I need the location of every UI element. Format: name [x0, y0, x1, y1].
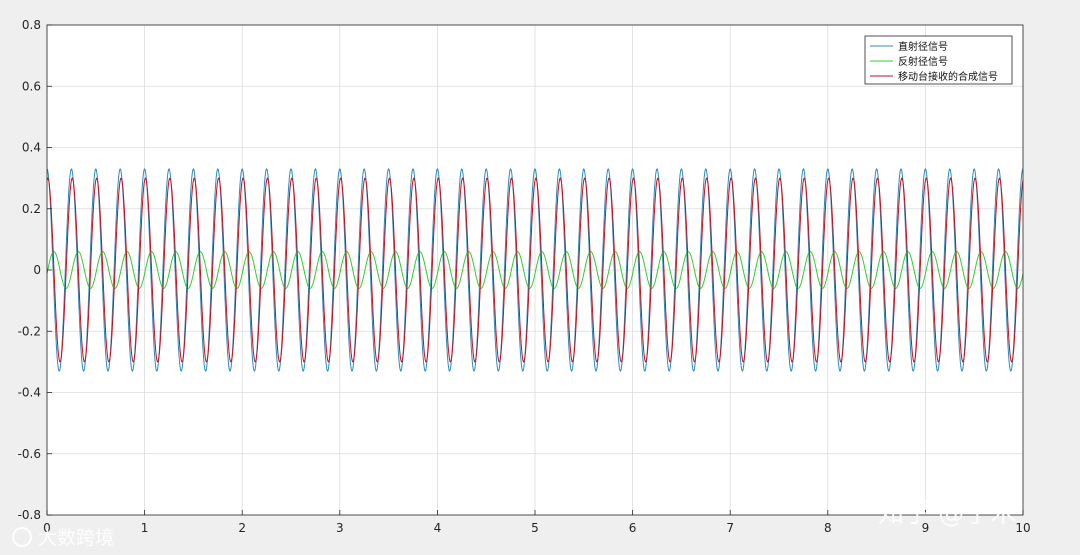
- x-tick-label: 7: [726, 521, 734, 535]
- x-tick-label: 1: [141, 521, 149, 535]
- x-tick-label: 5: [531, 521, 539, 535]
- line-chart: 0.80.60.40.20-0.2-0.4-0.6-0.8 0123456789…: [0, 0, 1080, 555]
- legend: 直射径信号 反射径信号 移动台接收的合成信号: [864, 35, 1013, 85]
- legend-label-combined: 移动台接收的合成信号: [898, 70, 998, 83]
- x-tick-label: 8: [824, 521, 832, 535]
- y-tick-label: 0: [33, 263, 41, 277]
- x-tick-label: 2: [238, 521, 246, 535]
- y-tick-label: -0.6: [18, 447, 41, 461]
- x-tick-label: 6: [629, 521, 637, 535]
- y-tick-label: 0.6: [22, 79, 41, 93]
- legend-label-reflected: 反射径信号: [898, 55, 948, 68]
- watermark-left-text: 大数跨境: [38, 527, 114, 549]
- x-tick-label: 4: [434, 521, 442, 535]
- y-tick-label: 0.4: [22, 141, 41, 155]
- watermark-right-text: 知乎 @子木: [878, 499, 1016, 529]
- y-tick-label: 0.8: [22, 18, 41, 32]
- y-tick-label: 0.2: [22, 202, 41, 216]
- y-tick-label: -0.4: [18, 386, 41, 400]
- y-tick-label: -0.8: [18, 508, 41, 522]
- legend-label-direct: 直射径信号: [898, 40, 948, 53]
- y-tick-label: -0.2: [18, 324, 41, 338]
- x-tick-label: 3: [336, 521, 344, 535]
- x-tick-label: 10: [1015, 521, 1030, 535]
